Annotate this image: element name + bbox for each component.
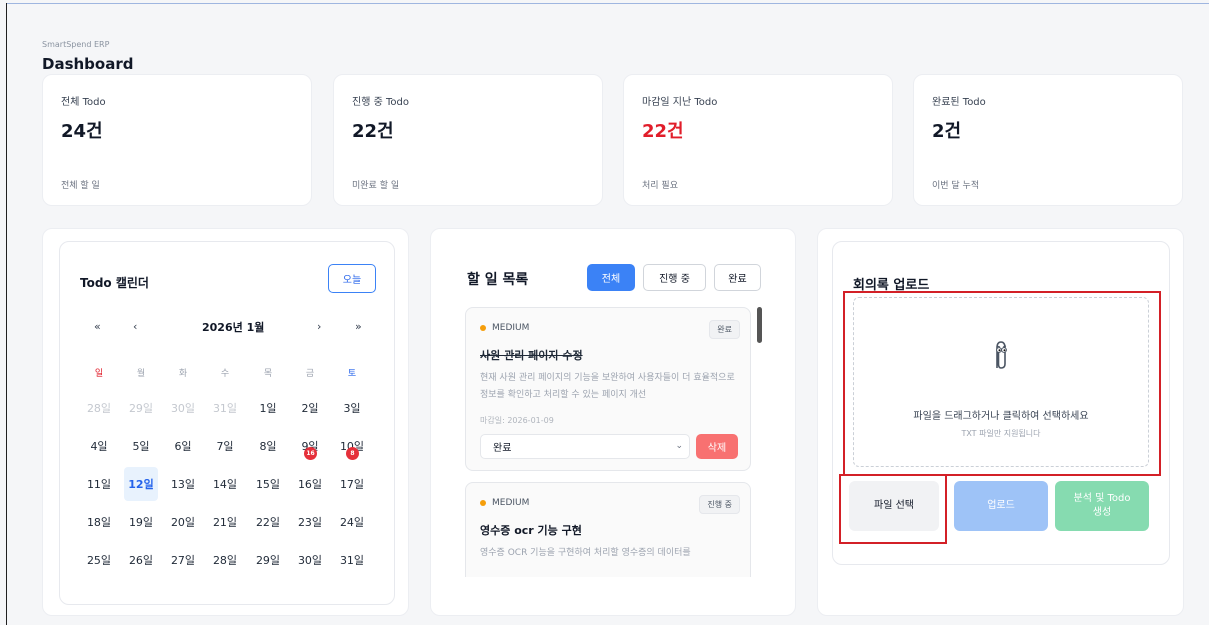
calendar-day[interactable]: 6일 xyxy=(166,429,200,463)
calendar-day[interactable]: 21일 xyxy=(208,505,242,539)
stat-value: 22건 xyxy=(352,121,394,142)
stat-label: 전체 Todo xyxy=(61,97,106,108)
filter-in-progress-button[interactable]: 진행 중 xyxy=(643,264,706,291)
calendar-day[interactable]: 29일 xyxy=(124,391,158,425)
priority-label: MEDIUM xyxy=(480,323,529,333)
status-badge: 진행 중 xyxy=(699,495,740,514)
todo-card-title: 영수증 ocr 기능 구현 xyxy=(480,524,582,537)
calendar-day[interactable]: 12일 xyxy=(124,467,158,501)
todo-title: 할 일 목록 xyxy=(467,272,529,288)
stat-value: 22건 xyxy=(642,121,684,142)
status-select[interactable]: 완료 ⌄ xyxy=(480,434,690,459)
todo-count-badge: 8 xyxy=(346,447,359,460)
calendar-day[interactable]: 18일 xyxy=(82,505,116,539)
filter-all-button[interactable]: 전체 xyxy=(587,264,635,291)
calendar-panel: Todo 캘린더 오늘 « ‹ 2026년 1월 › » 일 월 화 수 목 금 토 28일 2… xyxy=(42,228,409,616)
calendar-day[interactable]: 30일 xyxy=(293,543,327,577)
stat-card-in-progress: 진행 중 Todo 22건 미완료 할 일 xyxy=(333,74,603,206)
calendar-day[interactable]: 4일 xyxy=(82,429,116,463)
next-month-button[interactable]: › xyxy=(317,320,321,333)
calendar-day[interactable]: 2일 xyxy=(293,391,327,425)
calendar-day[interactable]: 26일 xyxy=(124,543,158,577)
page-title: Dashboard xyxy=(42,55,134,73)
calendar-day[interactable]: 20일 xyxy=(166,505,200,539)
calendar-day[interactable]: 8일 xyxy=(251,429,285,463)
calendar-day[interactable]: 22일 xyxy=(251,505,285,539)
chevron-down-icon: ⌄ xyxy=(675,441,683,451)
dropzone-highlight xyxy=(843,291,1161,476)
status-badge: 완료 xyxy=(709,320,740,339)
calendar-day[interactable]: 27일 xyxy=(166,543,200,577)
analyze-todo-button[interactable]: 분석 및 Todo 생성 xyxy=(1055,481,1149,531)
stat-value: 24건 xyxy=(61,121,103,142)
calendar-day[interactable]: 16일 xyxy=(293,467,327,501)
weekday-label: 일 xyxy=(94,369,104,379)
stat-sub: 처리 필요 xyxy=(642,181,678,191)
calendar-day[interactable]: 19일 xyxy=(124,505,158,539)
stat-sub: 이번 달 누적 xyxy=(932,181,980,191)
todo-card[interactable]: MEDIUM 진행 중 영수증 ocr 기능 구현 영수증 OCR 기능을 구현… xyxy=(465,482,751,577)
delete-button[interactable]: 삭제 xyxy=(696,434,738,459)
weekday-label: 화 xyxy=(178,369,188,379)
weekday-label: 월 xyxy=(136,369,146,379)
today-button[interactable]: 오늘 xyxy=(328,264,376,293)
app-brand: SmartSpend ERP xyxy=(42,40,110,49)
calendar-day[interactable]: 28일 xyxy=(82,391,116,425)
stat-label: 마감일 지난 Todo xyxy=(642,97,718,108)
weekday-label: 수 xyxy=(220,369,230,379)
stat-sub: 전체 할 일 xyxy=(61,181,100,191)
stat-value: 2건 xyxy=(932,121,962,142)
todo-list[interactable]: MEDIUM 완료 사원 관리 페이지 수정 현재 사원 관리 페이지의 기능을… xyxy=(465,307,785,577)
stat-card-total: 전체 Todo 24건 전체 할 일 xyxy=(42,74,312,206)
calendar-day[interactable]: 15일 xyxy=(251,467,285,501)
stat-label: 완료된 Todo xyxy=(932,97,986,108)
todo-list-scrollbar[interactable] xyxy=(757,307,762,343)
prev-month-button[interactable]: ‹ xyxy=(133,320,137,333)
todo-card-due: 마감일: 2026-01-09 xyxy=(480,416,554,425)
calendar-day[interactable]: 17일 xyxy=(335,467,369,501)
calendar-day[interactable]: 5일 xyxy=(124,429,158,463)
weekday-label: 토 xyxy=(347,369,357,379)
calendar-day[interactable]: 14일 xyxy=(208,467,242,501)
calendar-day[interactable]: 11일 xyxy=(82,467,116,501)
prev-year-button[interactable]: « xyxy=(94,320,101,333)
calendar-card: Todo 캘린더 오늘 « ‹ 2026년 1월 › » 일 월 화 수 목 금 토 28일 2… xyxy=(59,241,395,605)
weekday-label: 금 xyxy=(305,369,315,379)
todo-card-description: 영수증 OCR 기능을 구현하여 처리할 영수증의 데이터를 xyxy=(480,548,691,558)
todo-card-description: 현재 사원 관리 페이지의 기능을 보완하여 사용자들이 더 효율적으로 정보를… xyxy=(480,373,735,400)
calendar-day[interactable]: 23일 xyxy=(293,505,327,539)
calendar-day[interactable]: 1일 xyxy=(251,391,285,425)
calendar-title: Todo 캘린더 xyxy=(80,276,149,290)
filter-done-button[interactable]: 완료 xyxy=(714,264,761,291)
calendar-day[interactable]: 31일 xyxy=(208,391,242,425)
stat-sub: 미완료 할 일 xyxy=(352,181,400,191)
calendar-day[interactable]: 3일 xyxy=(335,391,369,425)
calendar-day[interactable]: 7일 xyxy=(208,429,242,463)
priority-dot-icon xyxy=(480,325,486,331)
calendar-day[interactable]: 29일 xyxy=(251,543,285,577)
select-file-highlight xyxy=(839,474,947,544)
calendar-month-label: 2026년 1월 xyxy=(202,321,265,334)
stat-label: 진행 중 Todo xyxy=(352,97,409,108)
upload-button[interactable]: 업로드 xyxy=(954,481,1048,531)
calendar-day[interactable]: 31일 xyxy=(335,543,369,577)
stat-card-overdue: 마감일 지난 Todo 22건 처리 필요 xyxy=(623,74,893,206)
todo-card[interactable]: MEDIUM 완료 사원 관리 페이지 수정 현재 사원 관리 페이지의 기능을… xyxy=(465,307,751,471)
next-year-button[interactable]: » xyxy=(355,320,362,333)
todo-panel: 할 일 목록 전체 진행 중 완료 MEDIUM 완료 사원 관리 페이지 수정… xyxy=(430,228,796,616)
weekday-label: 목 xyxy=(263,369,273,379)
priority-label: MEDIUM xyxy=(480,498,529,508)
calendar-day[interactable]: 13일 xyxy=(166,467,200,501)
calendar-day[interactable]: 28일 xyxy=(208,543,242,577)
calendar-day[interactable]: 30일 xyxy=(166,391,200,425)
stat-card-done: 완료된 Todo 2건 이번 달 누적 xyxy=(913,74,1183,206)
calendar-day[interactable]: 25일 xyxy=(82,543,116,577)
calendar-day[interactable]: 24일 xyxy=(335,505,369,539)
todo-count-badge: 16 xyxy=(304,447,317,460)
priority-dot-icon xyxy=(480,500,486,506)
todo-card-title: 사원 관리 페이지 수정 xyxy=(480,349,583,362)
